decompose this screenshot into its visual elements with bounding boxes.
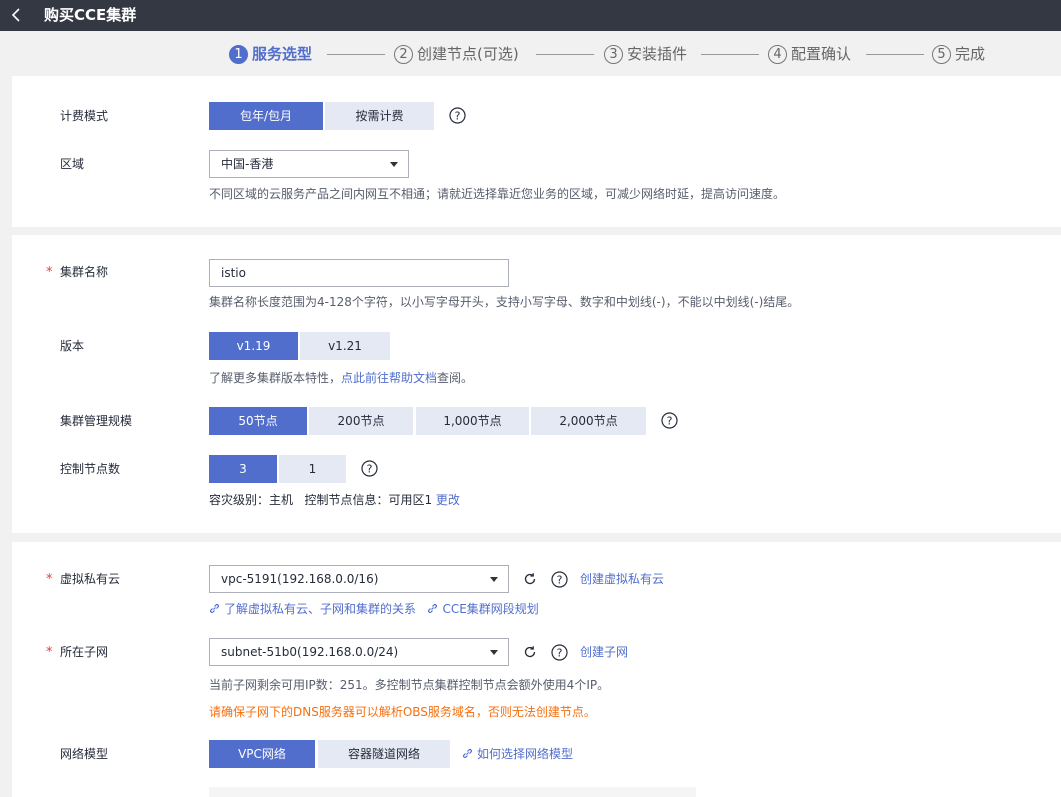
step-number: 4 bbox=[768, 45, 787, 64]
help-circle-icon[interactable]: ? bbox=[551, 644, 568, 661]
network-model-help-text: 如何选择网络模型 bbox=[477, 747, 574, 761]
cluster-scale-label: 集群管理规模 bbox=[60, 414, 133, 428]
version-option-v1-21[interactable]: v1.21 bbox=[300, 332, 390, 360]
step-label: 配置确认 bbox=[791, 45, 852, 63]
subnet-dns-warning: 请确保子网下的DNS服务器可以解析OBS服务域名，否则无法创建节点。 bbox=[209, 705, 596, 719]
cluster-config-card: * 集群名称 istio 集群名称长度范围为4-128个字符，以小写字母开头，支… bbox=[12, 235, 1061, 533]
version-hint-suffix: 查阅。 bbox=[437, 371, 474, 385]
network-option-tunnel[interactable]: 容器隧道网络 bbox=[318, 740, 450, 768]
required-mark: * bbox=[46, 265, 53, 280]
step-confirm-config: 4 配置确认 bbox=[768, 44, 851, 64]
svg-text:?: ? bbox=[367, 463, 373, 476]
vpc-select-value: vpc-5191(192.168.0.0/16) bbox=[221, 572, 379, 586]
vpc-help-links: 了解虚拟私有云、子网和集群的关系 CCE集群网段规划 bbox=[209, 601, 539, 617]
help-circle-icon[interactable]: ? bbox=[661, 412, 678, 429]
step-connector bbox=[536, 54, 594, 55]
vpc-select[interactable]: vpc-5191(192.168.0.0/16) bbox=[209, 565, 509, 593]
subnet-label: 所在子网 bbox=[60, 645, 109, 659]
chevron-down-icon bbox=[390, 162, 398, 167]
refresh-icon[interactable] bbox=[523, 572, 537, 586]
refresh-icon[interactable] bbox=[523, 645, 537, 659]
scale-option-200[interactable]: 200节点 bbox=[309, 407, 413, 435]
step-service-selection: 1 服务选型 bbox=[229, 44, 312, 64]
scale-option-50[interactable]: 50节点 bbox=[209, 407, 307, 435]
step-create-node: 2 创建节点(可选) bbox=[394, 44, 519, 64]
create-subnet-link[interactable]: 创建子网 bbox=[580, 644, 628, 660]
network-option-vpc[interactable]: VPC网络 bbox=[209, 740, 315, 768]
scale-option-1000[interactable]: 1,000节点 bbox=[416, 407, 529, 435]
billing-option-pay-per-use[interactable]: 按需计费 bbox=[325, 102, 434, 130]
cluster-name-hint: 集群名称长度范围为4-128个字符，以小写字母开头，支持小写字母、数字和中划线(… bbox=[209, 295, 800, 309]
master-count-label: 控制节点数 bbox=[60, 462, 121, 476]
cce-network-planning-link[interactable]: CCE集群网段规划 bbox=[427, 602, 539, 616]
step-number: 1 bbox=[229, 45, 248, 64]
chevron-down-icon bbox=[490, 650, 498, 655]
help-circle-icon[interactable]: ? bbox=[449, 107, 466, 124]
top-bar: 购买CCE集群 bbox=[0, 0, 1061, 31]
step-number: 3 bbox=[604, 45, 623, 64]
scale-option-2000[interactable]: 2,000节点 bbox=[531, 407, 646, 435]
master-info: 容灾级别：主机 控制节点信息：可用区1 更改 bbox=[209, 492, 460, 508]
step-number: 5 bbox=[932, 45, 951, 64]
required-mark: * bbox=[46, 645, 53, 660]
region-select-value: 中国-香港 bbox=[221, 157, 274, 171]
step-label: 创建节点(可选) bbox=[417, 45, 519, 63]
step-install-addons: 3 安装插件 bbox=[604, 44, 687, 64]
create-vpc-link[interactable]: 创建虚拟私有云 bbox=[580, 571, 664, 587]
step-label: 服务选型 bbox=[252, 45, 313, 63]
link-icon bbox=[428, 604, 438, 613]
help-doc-link[interactable]: 点此前往帮助文档 bbox=[341, 371, 437, 385]
help-circle-icon[interactable]: ? bbox=[361, 460, 378, 477]
svg-text:?: ? bbox=[455, 110, 461, 123]
subnet-select[interactable]: subnet-51b0(192.168.0.0/24) bbox=[209, 638, 509, 666]
step-connector bbox=[701, 54, 759, 55]
billing-mode-label: 计费模式 bbox=[60, 109, 109, 123]
back-arrow-icon[interactable] bbox=[8, 5, 26, 25]
cluster-name-input[interactable]: istio bbox=[209, 259, 509, 287]
version-option-v1-19[interactable]: v1.19 bbox=[209, 332, 298, 360]
subnet-ip-hint: 当前子网剩余可用IP数：251。多控制节点集群控制节点会额外使用4个IP。 bbox=[209, 678, 610, 692]
region-hint: 不同区域的云服务产品之间内网互不相通；请就近选择靠近您业务的区域，可减少网络时延… bbox=[209, 187, 786, 201]
master-option-1[interactable]: 1 bbox=[279, 455, 346, 483]
subnet-select-value: subnet-51b0(192.168.0.0/24) bbox=[221, 645, 399, 659]
version-hint-prefix: 了解更多集群版本特性， bbox=[209, 371, 342, 385]
cluster-name-value: istio bbox=[221, 266, 246, 280]
network-config-card: * 虚拟私有云 vpc-5191(192.168.0.0/16) ? 创建虚拟私… bbox=[12, 542, 1061, 797]
required-mark: * bbox=[46, 572, 53, 587]
billing-option-yearly-monthly[interactable]: 包年/包月 bbox=[209, 102, 323, 130]
change-az-link[interactable]: 更改 bbox=[436, 493, 460, 507]
step-connector bbox=[866, 54, 924, 55]
link-icon bbox=[463, 749, 472, 758]
version-label: 版本 bbox=[60, 339, 85, 353]
link-icon bbox=[210, 604, 219, 613]
page-title: 购买CCE集群 bbox=[44, 6, 137, 24]
network-model-description-panel bbox=[209, 787, 696, 797]
svg-text:?: ? bbox=[667, 415, 673, 428]
cce-network-planning-text: CCE集群网段规划 bbox=[442, 602, 539, 616]
step-label: 安装插件 bbox=[627, 45, 688, 63]
step-connector bbox=[327, 54, 385, 55]
svg-text:?: ? bbox=[557, 574, 563, 587]
master-info-text: 容灾级别：主机 控制节点信息：可用区1 bbox=[209, 493, 433, 507]
svg-text:?: ? bbox=[557, 647, 563, 660]
help-circle-icon[interactable]: ? bbox=[551, 571, 568, 588]
vpc-subnet-relation-text: 了解虚拟私有云、子网和集群的关系 bbox=[224, 602, 417, 616]
network-model-label: 网络模型 bbox=[60, 747, 109, 761]
master-option-3[interactable]: 3 bbox=[209, 455, 277, 483]
vpc-label: 虚拟私有云 bbox=[60, 572, 121, 586]
vpc-subnet-relation-link[interactable]: 了解虚拟私有云、子网和集群的关系 bbox=[209, 602, 416, 616]
network-model-help-link[interactable]: 如何选择网络模型 bbox=[462, 746, 573, 762]
region-select[interactable]: 中国-香港 bbox=[209, 150, 409, 178]
step-number: 2 bbox=[394, 45, 413, 64]
billing-region-card: 计费模式 包年/包月 按需计费 ? 区域 中国-香港 不同区域的云服务产品之间内… bbox=[12, 76, 1061, 227]
cluster-name-label: 集群名称 bbox=[60, 265, 109, 279]
step-label: 完成 bbox=[955, 45, 986, 63]
step-indicator: 1 服务选型 2 创建节点(可选) 3 安装插件 4 配置确认 5 完成 bbox=[0, 31, 1061, 76]
chevron-down-icon bbox=[490, 577, 498, 582]
region-label: 区域 bbox=[60, 157, 85, 171]
step-done: 5 完成 bbox=[932, 44, 985, 64]
version-hint: 了解更多集群版本特性，点此前往帮助文档查阅。 bbox=[209, 370, 473, 386]
